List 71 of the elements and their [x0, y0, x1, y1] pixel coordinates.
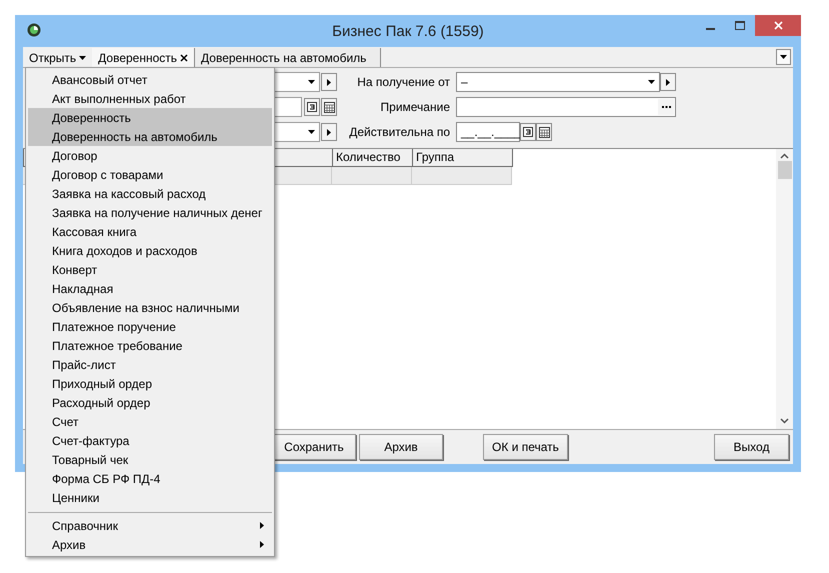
menu-item[interactable]: Счет-фактура: [28, 431, 272, 450]
field-value: __.__.____: [461, 125, 522, 139]
menu-item[interactable]: Товарный чек: [28, 450, 272, 469]
menu-item[interactable]: Книга доходов и расходов: [28, 241, 272, 260]
close-button[interactable]: [755, 15, 801, 36]
submenu-item[interactable]: Архив: [28, 535, 272, 554]
arrow-icon: [260, 541, 264, 548]
menu-item[interactable]: Доверенность на автомобиль: [28, 127, 272, 146]
calendar-day-button[interactable]: [520, 123, 536, 141]
tab[interactable]: Доверенность: [92, 48, 196, 67]
menu-item[interactable]: Акт выполненных работ: [28, 89, 272, 108]
scroll-thumb[interactable]: [778, 161, 792, 179]
menu-item[interactable]: Накладная: [28, 279, 272, 298]
calendar-button[interactable]: [321, 98, 337, 116]
combo-field[interactable]: –: [456, 72, 660, 92]
arrow-icon: [260, 522, 264, 529]
menu-item[interactable]: Объявление на взнос наличными: [28, 298, 272, 317]
maximize-icon: [735, 20, 745, 30]
caret-icon: [308, 80, 315, 84]
select-button[interactable]: [321, 73, 337, 91]
caret-icon: [79, 56, 86, 60]
menu-item[interactable]: Доверенность: [28, 108, 272, 127]
close-icon[interactable]: [180, 54, 188, 62]
window-title: Бизнес Пак 7.6 (1559): [331, 22, 485, 40]
caret-icon: [648, 80, 655, 84]
tab-list-button[interactable]: [776, 49, 791, 65]
field-label: На получение от: [356, 75, 450, 89]
arrow-icon: [327, 128, 331, 136]
action-button[interactable]: Архив: [359, 434, 443, 460]
menu-item[interactable]: Договор: [28, 146, 272, 165]
more-button[interactable]: [658, 99, 674, 115]
field-label: Примечание: [380, 100, 450, 114]
scrollbar[interactable]: [776, 149, 793, 429]
menu-item[interactable]: Расходный ордер: [28, 393, 272, 412]
scroll-up-icon[interactable]: [780, 153, 789, 159]
menu-item[interactable]: Авансовый отчет: [28, 70, 272, 89]
menu-item[interactable]: Конверт: [28, 260, 272, 279]
menu-item[interactable]: Прайс-лист: [28, 355, 272, 374]
caret-icon: [308, 130, 315, 134]
column-header[interactable]: Группа: [412, 149, 513, 167]
menu-item[interactable]: Заявка на получение наличных денег: [28, 203, 272, 222]
minimize-icon: [706, 28, 714, 30]
arrow-icon: [327, 78, 331, 86]
action-button[interactable]: Сохранить: [272, 434, 356, 460]
menu-item[interactable]: Форма СБ РФ ПД-4: [28, 469, 272, 488]
menu-item[interactable]: Платежное поручение: [28, 317, 272, 336]
select-button[interactable]: [321, 123, 337, 141]
submenu-item[interactable]: Справочник: [28, 516, 272, 535]
close-icon: [774, 21, 782, 30]
field-label: Действительна по: [348, 125, 450, 139]
note-field[interactable]: [456, 97, 676, 117]
menu-item[interactable]: Кассовая книга: [28, 222, 272, 241]
date-field[interactable]: __.__.____: [456, 122, 520, 142]
caret-icon: [780, 55, 787, 59]
app-logo-icon: [27, 23, 41, 37]
arrow-icon: [666, 78, 670, 86]
menu-item[interactable]: Ценники: [28, 488, 272, 507]
field-value: –: [461, 75, 469, 89]
calendar-button[interactable]: [536, 123, 552, 141]
scroll-down-icon[interactable]: [780, 418, 789, 424]
column-header[interactable]: Количество: [332, 149, 413, 167]
calendar-day-button[interactable]: [304, 98, 320, 116]
menu-item[interactable]: Платежное требование: [28, 336, 272, 355]
menu-item[interactable]: Счет: [28, 412, 272, 431]
action-button[interactable]: Выход: [714, 434, 789, 460]
action-button[interactable]: ОК и печать: [483, 434, 568, 460]
menu-item[interactable]: Договор с товарами: [28, 165, 272, 184]
menu-item[interactable]: Заявка на кассовый расход: [28, 184, 272, 203]
menu-item[interactable]: Приходный ордер: [28, 374, 272, 393]
tab[interactable]: Доверенность на автомобиль: [195, 48, 382, 67]
select-button[interactable]: [660, 73, 676, 91]
